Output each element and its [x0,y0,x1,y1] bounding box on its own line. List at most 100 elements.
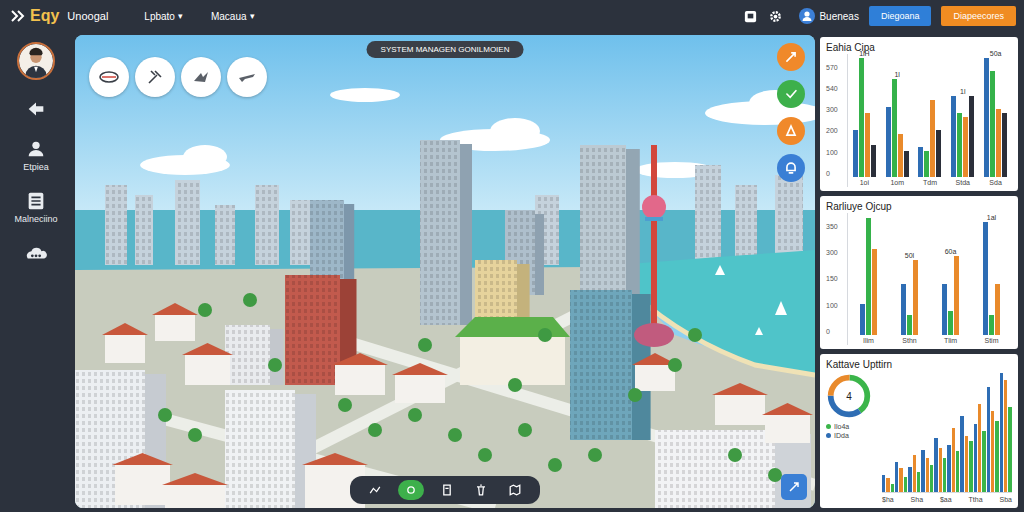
bar[interactable] [904,477,907,492]
bar[interactable] [886,107,891,177]
bar[interactable] [934,438,937,492]
bar[interactable] [913,260,918,336]
bar[interactable] [918,147,923,177]
brand[interactable]: Eqy Unoogal [10,7,108,25]
bar[interactable] [871,145,876,177]
bar[interactable] [904,151,909,176]
bar-row [951,96,974,176]
bar[interactable] [987,387,990,492]
bar[interactable] [963,117,968,176]
bar[interactable] [907,315,912,336]
action-icon [782,122,800,140]
bar[interactable] [969,96,974,176]
bar[interactable] [1000,373,1003,492]
map-action-button[interactable] [777,117,805,145]
bar[interactable] [917,472,920,492]
layer-button[interactable] [227,57,267,97]
bar[interactable] [1004,380,1007,492]
bar[interactable] [860,304,865,335]
map-action-button[interactable] [777,43,805,71]
toolbar-button[interactable] [436,480,458,500]
bar[interactable] [913,455,916,492]
bar[interactable] [882,475,885,492]
bar[interactable] [974,424,977,492]
user-menu[interactable]: Bueneas [799,8,858,24]
bar[interactable] [957,113,962,177]
bar[interactable] [865,113,870,177]
map-action-button[interactable] [777,80,805,108]
bar[interactable] [921,450,924,492]
cloud-icon[interactable] [25,242,47,264]
bar[interactable] [866,218,871,335]
tool-icon [403,482,419,498]
bar[interactable] [898,134,903,176]
header-button[interactable]: Diapeecores [941,6,1016,26]
bar[interactable] [926,458,929,492]
screen-icon[interactable] [743,9,758,24]
bar[interactable] [930,100,935,176]
bar[interactable] [956,451,959,492]
bar[interactable] [995,284,1000,336]
bar[interactable] [952,428,955,492]
sidebar-label: Malneciino [14,214,57,224]
menu-dropdown[interactable]: Lpbato ▾ [140,9,187,24]
bar[interactable] [978,404,981,492]
bar[interactable] [982,431,985,492]
toolbar-button[interactable] [470,480,492,500]
bar[interactable] [1008,407,1011,492]
bar[interactable] [996,109,1001,177]
bar[interactable] [901,284,906,336]
bar-chart: 5705403002001000 1lH 1oi1l 1om Tdm1l Std… [826,54,1012,187]
bar[interactable] [886,478,889,492]
bar[interactable] [969,441,972,492]
bar[interactable] [942,284,947,336]
layer-button[interactable] [181,57,221,97]
bar[interactable] [947,445,950,492]
header-button[interactable]: Diegoana [869,6,932,26]
sidebar-item[interactable]: Etpiea [23,138,49,172]
bar[interactable] [960,416,963,492]
bar[interactable] [948,311,953,335]
bar[interactable] [859,58,864,177]
bar[interactable] [984,58,989,177]
fullscreen-button[interactable] [781,474,807,500]
gear-icon[interactable] [768,9,783,24]
bar[interactable] [943,458,946,492]
bar[interactable] [983,222,988,336]
value-label: 1al [987,214,996,222]
bar[interactable] [892,79,897,176]
bar[interactable] [924,151,929,176]
bar[interactable] [872,249,877,335]
toolbar-button[interactable] [364,480,386,500]
toolbar-button[interactable] [504,480,526,500]
bar[interactable] [951,96,956,176]
bar[interactable] [899,468,902,492]
bar[interactable] [908,467,911,492]
bar-row [860,218,877,335]
bar[interactable] [989,315,994,336]
bar[interactable] [991,411,994,492]
bar[interactable] [891,484,894,492]
bar[interactable] [930,465,933,492]
bar[interactable] [939,448,942,492]
toolbar-button[interactable] [398,480,424,500]
layer-button[interactable] [89,57,129,97]
bar[interactable] [936,130,941,177]
layer-button[interactable] [135,57,175,97]
value-label: 50a [990,50,1002,58]
map-action-button[interactable] [777,154,805,182]
profile-avatar[interactable] [17,42,55,80]
bar[interactable] [995,421,998,492]
sidebar-item[interactable]: Malneciino [14,190,57,224]
bar[interactable] [954,256,959,335]
bar[interactable] [965,436,968,492]
bar[interactable] [990,71,995,177]
back-arrow-icon[interactable] [25,98,47,120]
value-label: 60a [945,248,957,256]
city-scene[interactable] [75,35,815,508]
city-map-view[interactable]: SYSTEM MANAGEN GONILMOIEN [75,35,815,508]
bar[interactable] [853,130,858,177]
menu-dropdown[interactable]: Macaua ▾ [207,9,259,24]
bar[interactable] [1002,113,1007,177]
bar[interactable] [895,462,898,493]
